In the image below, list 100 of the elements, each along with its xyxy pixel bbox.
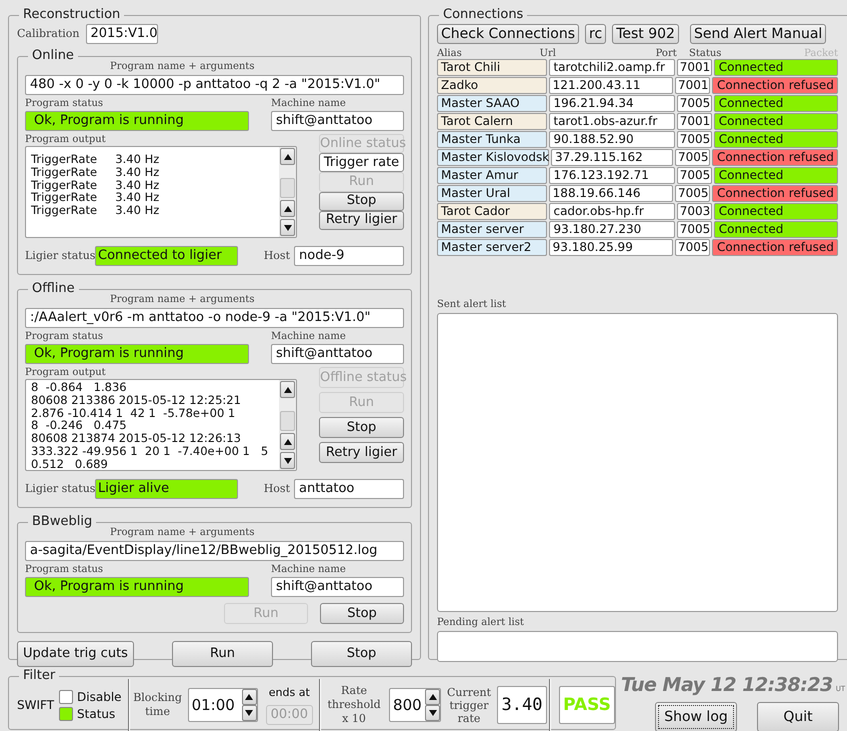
arguments-field[interactable]: 480 -x 0 -y 0 -k 10000 -p anttatoo -q 2 -a "2015:V1.0": [25, 75, 404, 95]
alias-cell: Master Tunka: [437, 131, 548, 148]
checkbox[interactable]: [59, 690, 74, 704]
output-line: 80608 213874 2015-05-12 12:26:13: [31, 432, 242, 445]
output-line: TriggerRate 3.40 Hz: [31, 153, 160, 166]
field-label: Calibration: [17, 28, 80, 40]
field-label: Machine name: [271, 564, 347, 576]
button[interactable]: Trigger rate: [319, 153, 404, 172]
field-label: Rate threshold x 10: [326, 684, 382, 726]
button[interactable]: Stop: [319, 192, 404, 211]
output-line: 333.322 -49.956 1 20 1 -7.40e+00 1 5: [31, 444, 270, 458]
status-cell: Connected: [714, 131, 838, 148]
url-cell: 196.21.94.34: [549, 95, 675, 112]
field-label: Program name + arguments: [109, 61, 256, 73]
scroll-down-button[interactable]: [280, 219, 295, 236]
result-field: PASS: [559, 686, 615, 724]
field-label: ends at: [268, 685, 310, 702]
field-label: Machine name: [271, 331, 347, 343]
button[interactable]: Stop: [319, 417, 404, 438]
clock-text: Tue May 12 12:38:23: [621, 673, 833, 698]
field-label: Current trigger rate: [446, 686, 492, 724]
field-label: Program name + arguments: [109, 527, 256, 539]
output-line: 2.876 -10.414 1 42 1 -5.78e+00 1: [31, 406, 236, 420]
down-arrow-icon: [284, 224, 292, 230]
button[interactable]: Show log: [655, 702, 737, 731]
status-field: Ok, Program is running: [25, 577, 249, 597]
down-arrow-icon: [284, 458, 292, 464]
button[interactable]: Retry ligier: [319, 210, 404, 230]
scroll-down-button[interactable]: [425, 705, 440, 721]
pending-alert-list[interactable]: [437, 631, 838, 662]
button[interactable]: Retry ligier: [319, 442, 404, 463]
scroll-up-button[interactable]: [280, 148, 295, 165]
output-line: 80608 213386 2015-05-12 12:25:21: [31, 394, 242, 407]
machine-field[interactable]: shift@anttatoo: [271, 111, 404, 131]
spin-box[interactable]: 800: [389, 688, 442, 722]
field-label: Program name + arguments: [109, 294, 256, 306]
button[interactable]: Run: [172, 641, 273, 667]
scroll-down-button[interactable]: [280, 452, 295, 469]
up-arrow-icon: [428, 694, 437, 700]
alias-cell: Tarot Calern: [437, 113, 548, 130]
scroll-thumb[interactable]: [280, 411, 295, 431]
button[interactable]: Check Connections: [437, 24, 580, 44]
button[interactable]: Update trig cuts: [17, 641, 134, 667]
url-cell: 176.123.192.71: [549, 167, 675, 184]
status-cell: Connection refused: [712, 239, 838, 256]
trigger-rate-field: 3.40: [497, 686, 548, 724]
scroll-up-button[interactable]: [280, 200, 295, 217]
arguments-field[interactable]: :/AAalert_v0r6 -m anttatoo -o node-9 -a "2015:V1.0": [25, 308, 404, 328]
button[interactable]: rc: [585, 24, 606, 44]
checkbox[interactable]: [59, 706, 74, 720]
up-arrow-icon: [284, 386, 292, 392]
port-cell: 7005: [676, 95, 712, 112]
column-header: Alias: [437, 48, 463, 59]
swift-label: SWIFT: [17, 697, 54, 714]
scroll-up-button[interactable]: [280, 381, 295, 398]
status-cell: Connected: [714, 113, 838, 130]
column-header: Status: [689, 48, 722, 59]
port-cell: 7005: [676, 131, 712, 148]
url-cell: 121.200.43.11: [548, 77, 673, 94]
output-line: TriggerRate 3.40 Hz: [31, 178, 160, 192]
calibration-field[interactable]: 2015:V1.0: [86, 24, 158, 44]
machine-field[interactable]: shift@anttatoo: [271, 577, 404, 597]
status-cell: Connection refused: [712, 77, 838, 94]
scroll-up-button[interactable]: [425, 689, 440, 705]
up-arrow-icon: [284, 438, 292, 444]
alias-cell: Zadko: [437, 77, 547, 94]
ligier-status-field: Connected to ligier: [95, 246, 238, 266]
group-title: BBweblig: [28, 513, 96, 531]
field-label: Blocking time: [132, 691, 183, 719]
host-field[interactable]: node-9: [294, 246, 404, 266]
status-cell: Connected: [714, 203, 838, 220]
spin-box[interactable]: 01:00: [188, 688, 258, 722]
column-header: Port: [656, 48, 678, 59]
field-label: Ligier status: [25, 250, 95, 262]
port-cell: 7005: [675, 239, 710, 256]
scroll-up-button[interactable]: [242, 689, 257, 705]
scroll-up-button[interactable]: [280, 433, 295, 450]
field-label: Program output: [25, 134, 106, 146]
button[interactable]: Test 902: [612, 24, 679, 44]
column-header: Url: [540, 48, 557, 59]
status-cell: Connection refused: [712, 185, 838, 202]
url-cell: 37.29.115.162: [551, 149, 673, 166]
output-line: TriggerRate 3.40 Hz: [31, 191, 160, 204]
status-cell: Connected: [714, 221, 838, 238]
output-line: TriggerRate 3.40 Hz: [31, 166, 160, 179]
host-field[interactable]: anttatoo: [294, 479, 404, 499]
machine-field[interactable]: shift@anttatoo: [271, 344, 404, 364]
scroll-down-button[interactable]: [242, 705, 257, 721]
field-label: Program output: [25, 367, 106, 379]
arguments-field[interactable]: a-sagita/EventDisplay/line12/BBweblig_20150512.log: [25, 541, 404, 561]
output-line: 8 -0.864 1.836: [31, 381, 128, 394]
scroll-thumb[interactable]: [280, 178, 295, 198]
field-label: Program status: [25, 564, 104, 576]
button[interactable]: Stop: [311, 641, 412, 667]
button[interactable]: Send Alert Manual: [690, 24, 826, 44]
status-cell: Connection refused: [712, 149, 838, 166]
button[interactable]: Quit: [757, 702, 839, 731]
button[interactable]: Stop: [320, 603, 404, 624]
status-field: Ok, Program is running: [25, 111, 249, 131]
port-cell: 7005: [675, 185, 710, 202]
